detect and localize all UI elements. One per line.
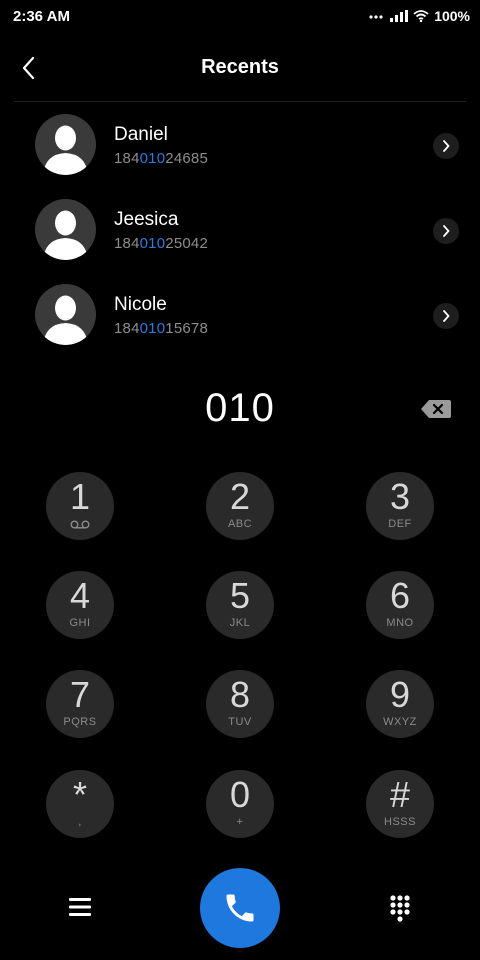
- key-digit: 2: [229, 476, 251, 517]
- contact-row[interactable]: Jeesica 18401025042: [0, 187, 480, 272]
- key-digit: 8: [229, 674, 251, 715]
- key-letters: ABC: [227, 518, 253, 530]
- key-letters: JKL: [229, 617, 251, 629]
- person-icon: [43, 125, 88, 175]
- contact-detail-button[interactable]: [433, 133, 459, 159]
- backspace-button[interactable]: [420, 398, 452, 420]
- key-star[interactable]: * ,: [46, 770, 114, 838]
- number-match: 010: [139, 235, 166, 252]
- key-digit: 9: [389, 674, 411, 715]
- dialpad-icon: [390, 895, 410, 922]
- key-digit: 7: [69, 674, 91, 715]
- avatar: [35, 199, 96, 260]
- key-letters: HSSS: [384, 816, 416, 828]
- key-letters: ,: [78, 816, 82, 828]
- signal-dots-icon: [369, 15, 383, 19]
- key-5[interactable]: 5 JKL: [206, 571, 274, 639]
- dialed-number: 010: [205, 386, 275, 430]
- key-6[interactable]: 6 MNO: [366, 571, 434, 639]
- backspace-icon: [421, 400, 451, 418]
- key-letters: MNO: [386, 617, 414, 629]
- contact-number: 18401025042: [114, 235, 208, 252]
- chevron-right-icon: [443, 140, 450, 152]
- header: Recents: [0, 34, 480, 102]
- contact-name: Daniel: [114, 124, 168, 145]
- key-9[interactable]: 9 WXYZ: [366, 670, 434, 738]
- contact-number: 18401024685: [114, 150, 208, 167]
- contact-detail-button[interactable]: [433, 218, 459, 244]
- key-digit: 0: [229, 774, 251, 815]
- key-digit: 3: [389, 476, 411, 517]
- cellular-signal-icon: [390, 10, 409, 22]
- contact-detail-button[interactable]: [433, 303, 459, 329]
- contact-name: Nicole: [114, 294, 167, 315]
- menu-button[interactable]: [66, 894, 94, 920]
- contact-list: Daniel 18401024685 Jeesica 18401025042 N…: [0, 102, 480, 357]
- number-suffix: 25042: [165, 235, 208, 252]
- key-digit: 6: [389, 575, 411, 616]
- key-digit: 5: [229, 575, 251, 616]
- number-prefix: 184: [114, 235, 140, 252]
- avatar: [35, 114, 96, 175]
- contact-row[interactable]: Nicole 18401015678: [0, 272, 480, 357]
- key-3[interactable]: 3 DEF: [366, 472, 434, 540]
- number-prefix: 184: [114, 150, 140, 167]
- battery-percent: 100%: [434, 8, 470, 24]
- key-2[interactable]: 2 ABC: [206, 472, 274, 540]
- key-8[interactable]: 8 TUV: [206, 670, 274, 738]
- number-suffix: 24685: [165, 150, 208, 167]
- avatar: [35, 284, 96, 345]
- phone-icon: [226, 894, 254, 922]
- key-hash[interactable]: # HSSS: [366, 770, 434, 838]
- key-1[interactable]: 1: [46, 472, 114, 540]
- status-icons: 100%: [369, 8, 470, 24]
- key-letters: PQRS: [63, 716, 97, 728]
- number-suffix: 15678: [165, 320, 208, 337]
- contact-number: 18401015678: [114, 320, 208, 337]
- key-letters: TUV: [228, 716, 252, 728]
- key-letters: DEF: [388, 518, 412, 530]
- contact-row[interactable]: Daniel 18401024685: [0, 102, 480, 187]
- contact-name: Jeesica: [114, 209, 179, 230]
- chevron-right-icon: [443, 310, 450, 322]
- key-digit: #: [389, 774, 411, 815]
- key-letters: +: [236, 816, 244, 828]
- key-7[interactable]: 7 PQRS: [46, 670, 114, 738]
- key-digit: 4: [69, 575, 91, 616]
- key-digit: 1: [69, 476, 91, 517]
- number-match: 010: [139, 320, 166, 337]
- page-title: Recents: [201, 56, 279, 78]
- menu-icon: [69, 898, 91, 916]
- call-button[interactable]: [200, 868, 280, 948]
- number-prefix: 184: [114, 320, 140, 337]
- key-0[interactable]: 0 +: [206, 770, 274, 838]
- key-letters: WXYZ: [383, 716, 417, 728]
- chevron-right-icon: [443, 225, 450, 237]
- status-bar: 2:36 AM 100%: [0, 0, 480, 34]
- person-icon: [43, 210, 88, 260]
- key-digit: *: [72, 774, 87, 815]
- number-match: 010: [139, 150, 166, 167]
- key-letters: GHI: [69, 617, 91, 629]
- wifi-icon: [413, 10, 429, 22]
- status-time: 2:36 AM: [13, 8, 70, 25]
- key-4[interactable]: 4 GHI: [46, 571, 114, 639]
- dialpad-toggle-button[interactable]: [386, 893, 414, 923]
- person-icon: [43, 295, 88, 345]
- voicemail-icon: [70, 520, 90, 529]
